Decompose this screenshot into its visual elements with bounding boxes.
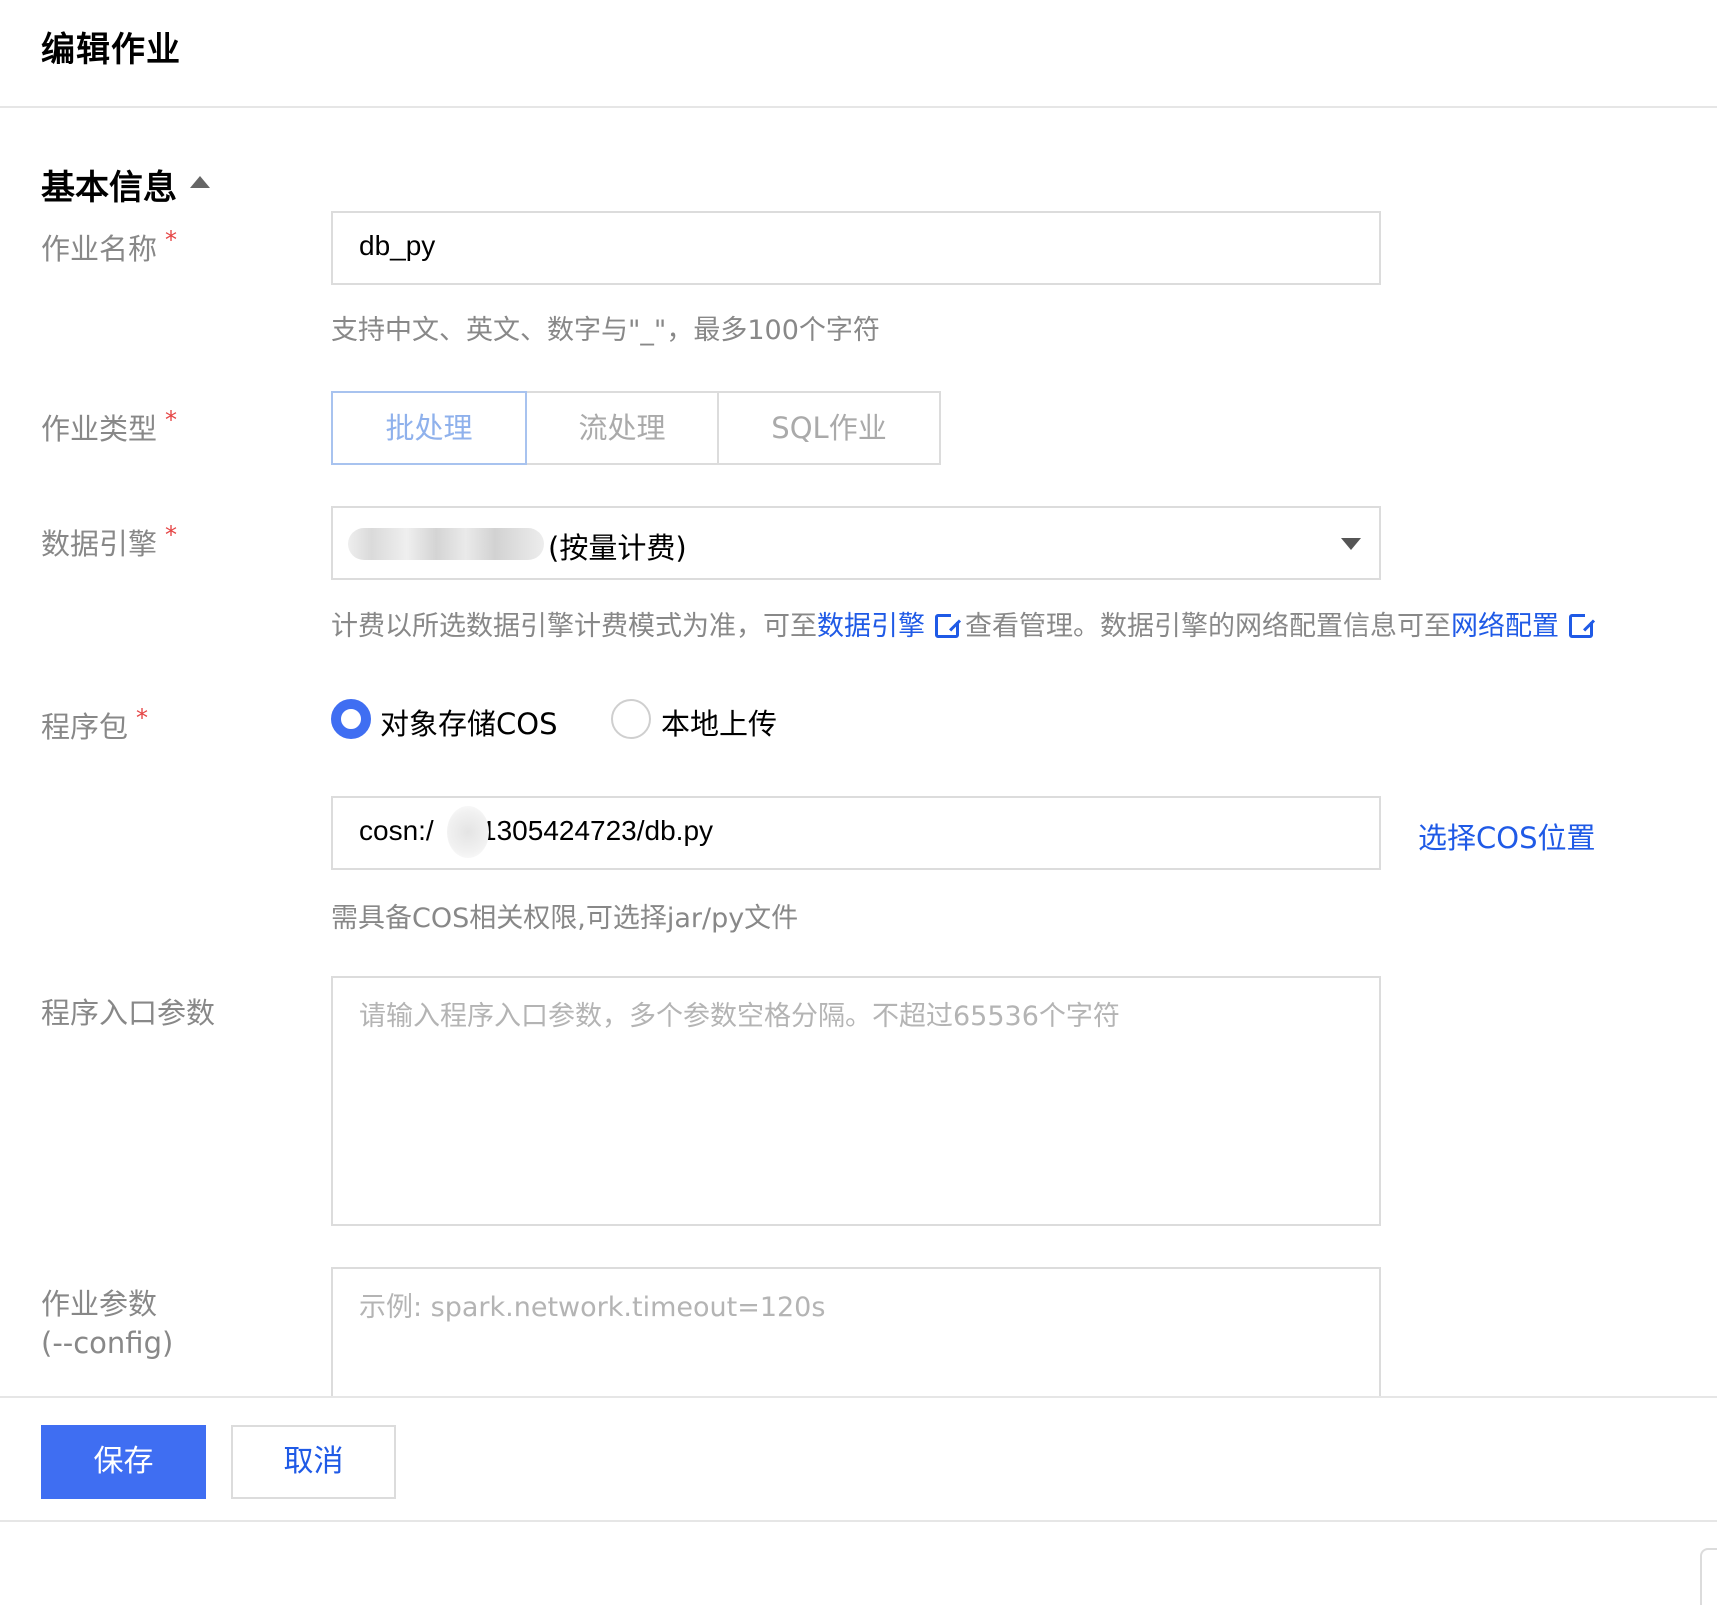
required-mark: * [165,406,178,434]
entry-params-label: 程序入口参数 [41,996,216,1030]
data-engine-hint: 计费以所选数据引擎计费模式为准，可至数据引擎 查看管理。数据引擎的网络配置信息可至… [331,604,1599,643]
dialog-header: 编辑作业 [0,0,1717,108]
radio-cos[interactable] [331,699,371,739]
package-hint: 需具备COS相关权限,可选择jar/py文件 [331,903,799,934]
job-params-sublabel: (--config) [41,1326,174,1360]
entry-params-textarea[interactable]: 请输入程序入口参数，多个参数空格分隔。不超过65536个字符 [331,976,1381,1226]
required-mark: * [165,521,178,549]
form-scroll-area[interactable]: 基本信息 作业名称 * db_py 支持中文、英文、数字与"_"，最多100个字符… [0,110,1717,1396]
package-label: 程序包 * [41,704,148,746]
required-mark: * [136,704,149,732]
radio-local-upload-label[interactable]: 本地上传 [661,701,777,743]
choose-cos-location-link[interactable]: 选择COS位置 [1418,815,1595,857]
data-engine-billing: (按量计费) [548,531,687,565]
job-name-value: db_py [359,230,436,261]
page-title: 编辑作业 [41,30,181,70]
job-type-stream-tab[interactable]: 流处理 [525,391,719,465]
entry-params-placeholder: 请输入程序入口参数，多个参数空格分隔。不超过65536个字符 [359,1001,1120,1032]
job-name-hint: 支持中文、英文、数字与"_"，最多100个字符 [331,315,880,346]
external-link-icon[interactable] [1569,612,1595,638]
job-type-batch-tab[interactable]: 批处理 [331,391,527,465]
data-engine-hint-text-2: 查看管理。数据引擎的网络配置信息可至 [965,611,1451,642]
floating-widget-edge[interactable] [1700,1548,1717,1605]
cancel-button[interactable]: 取消 [231,1425,396,1499]
job-type-sql-tab[interactable]: SQL作业 [717,391,941,465]
job-params-textarea[interactable]: 示例: spark.network.timeout=120s [331,1267,1381,1396]
data-engine-label-text: 数据引擎 [41,527,158,561]
job-type-label: 作业类型 * [41,406,177,448]
cos-path-input[interactable]: cosn:/ -1305424723/db.py [331,796,1381,870]
package-label-text: 程序包 [41,710,129,744]
data-engine-label: 数据引擎 * [41,521,177,563]
network-config-link[interactable]: 网络配置 [1451,611,1559,642]
job-params-label: 作业参数 [41,1287,158,1321]
job-name-label-text: 作业名称 [41,232,158,266]
job-name-label: 作业名称 * [41,226,177,268]
radio-local-upload[interactable] [611,699,651,739]
save-button[interactable]: 保存 [41,1425,206,1499]
job-type-label-text: 作业类型 [41,412,158,446]
data-engine-select[interactable]: (按量计费) [331,506,1381,580]
cos-path-value: cosn:/ -1305424723/db.py [359,815,713,847]
redacted-engine-name [348,528,544,560]
cos-path-suffix: -1305424723/db.py [471,815,714,846]
chevron-down-icon [1341,538,1361,550]
data-engine-hint-text-1: 计费以所选数据引擎计费模式为准，可至 [331,611,817,642]
job-name-input[interactable]: db_py [331,211,1381,285]
section-title-basic-info[interactable]: 基本信息 [41,160,177,209]
cos-path-prefix: cosn:/ [359,815,434,846]
external-link-icon[interactable] [935,612,961,638]
required-mark: * [165,226,178,254]
dialog-footer: 保存 取消 [0,1396,1717,1522]
redacted-bucket-name [447,806,489,858]
radio-cos-label[interactable]: 对象存储COS [380,701,557,743]
caret-up-icon[interactable] [190,176,210,188]
job-params-placeholder: 示例: spark.network.timeout=120s [359,1292,826,1323]
data-engine-link[interactable]: 数据引擎 [817,611,925,642]
